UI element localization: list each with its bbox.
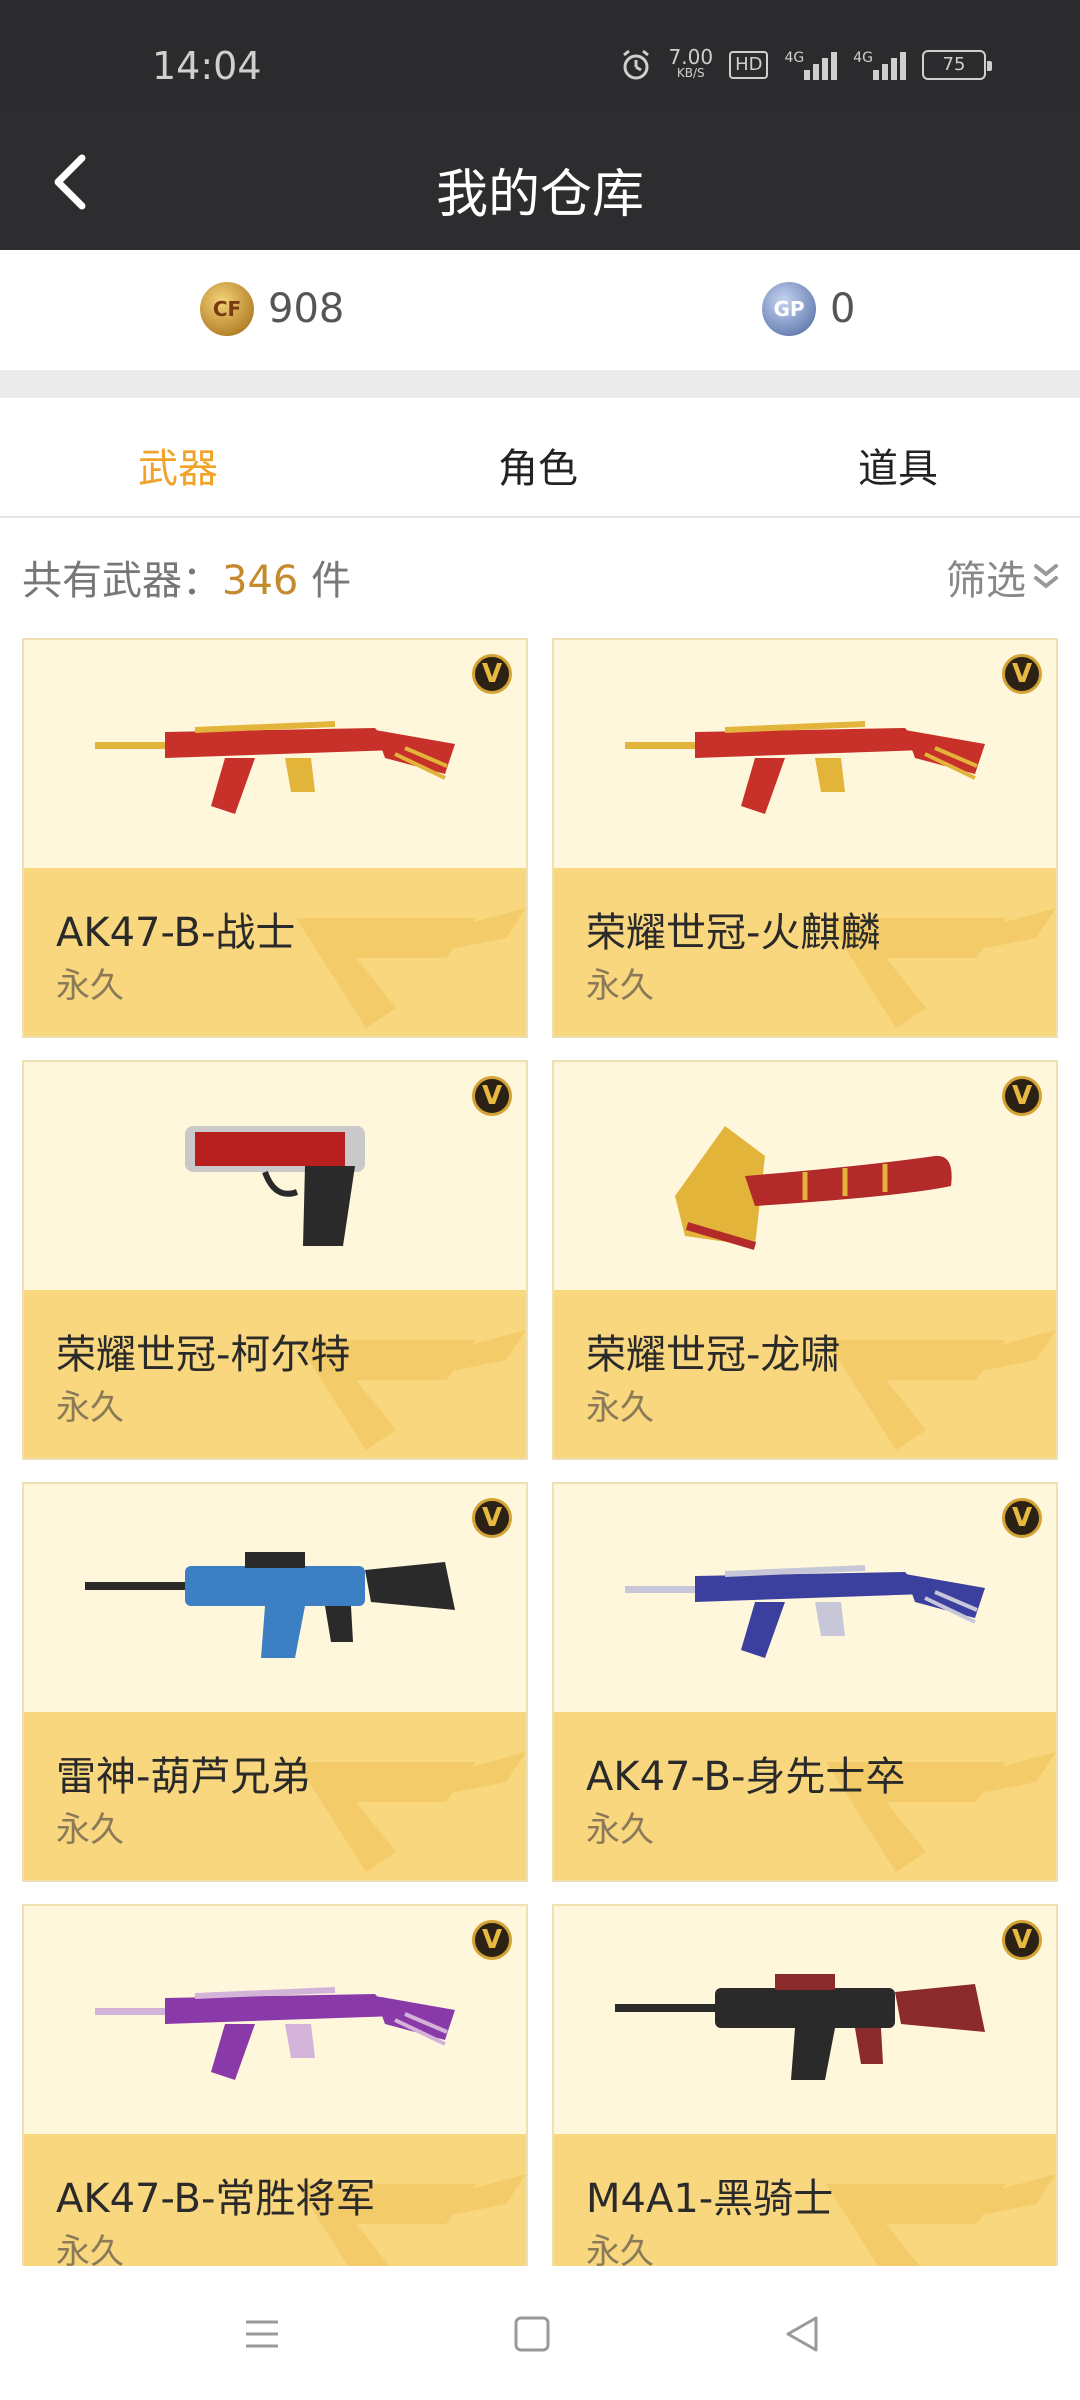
weapon-info: 雷神-葫芦兄弟永久 [24,1712,526,1880]
cf-points-value: 908 [268,286,345,332]
weapon-image [24,640,526,868]
weapon-card[interactable]: V 荣耀世冠-柯尔特永久 [22,1060,528,1460]
menu-icon [246,2320,278,2348]
vip-badge-icon: V [1002,654,1042,694]
weapon-grid: V AK47-B-战士 永久 V 荣耀世冠-火麒麟 永久 V 荣耀世冠-柯尔特 永久 V 荣耀世冠-… [22,638,1058,2266]
weapon-info: 荣耀世冠-火麒麟永久 [554,868,1056,1036]
vip-badge-icon: V [472,1920,512,1960]
weapon-summary: 共有武器：346 件 [22,548,351,606]
gp-points-value: 0 [830,286,856,332]
back-nav-button[interactable] [772,2306,832,2362]
weapon-name: AK47-B-身先士卒 [586,1754,906,1800]
weapon-count: 346 [222,558,299,604]
weapon-name: AK47-B-战士 [56,910,296,956]
summary-unit: 件 [298,558,352,604]
weapon-name: 荣耀世冠-龙啸 [586,1332,841,1378]
net-type-1: 4G [784,50,805,66]
double-chevron-down-icon [1034,564,1058,589]
menu-button[interactable] [232,2306,292,2362]
vip-badge-icon: V [472,1498,512,1538]
weapon-duration: 永久 [56,1810,124,1850]
cf-coin-icon: CF [200,282,254,336]
weapon-info: AK47-B-常胜将军永久 [24,2134,526,2266]
weapon-duration: 永久 [586,2232,654,2266]
weapon-info: AK47-B-战士永久 [24,868,526,1036]
weapon-image [554,1484,1056,1712]
tab-weapons[interactable]: 武器 [138,436,218,494]
tab-items[interactable]: 道具 [858,436,938,494]
vip-badge-icon: V [1002,1920,1042,1960]
cf-points: CF 908 [200,282,344,336]
filter-button[interactable]: 筛选 [946,548,1060,606]
weapon-card[interactable]: V 荣耀世冠-龙啸永久 [552,1060,1058,1460]
summary-prefix: 共有武器： [22,558,222,604]
currency-row: CF 908 GP 0 [0,250,1080,370]
gp-points: GP 0 [762,282,855,336]
cf-watermark-icon [296,908,526,1028]
weapon-card[interactable]: V 荣耀世冠-火麒麟永久 [552,638,1058,1038]
weapon-duration: 永久 [586,1810,654,1850]
weapon-duration: 永久 [56,2232,124,2266]
weapon-name: AK47-B-常胜将军 [56,2176,376,2222]
cf-watermark-icon [826,2174,1056,2266]
weapon-image [24,1062,526,1290]
weapon-info: 荣耀世冠-龙啸永久 [554,1290,1056,1458]
weapon-name: 荣耀世冠-火麒麟 [586,910,881,956]
status-bar: 14:04 7.00 KB/S HD 4G 4G 75 [0,0,1080,112]
triangle-back-icon [786,2316,818,2352]
tab-characters[interactable]: 角色 [498,436,578,494]
weapon-card[interactable]: V AK47-B-战士永久 [22,638,528,1038]
weapon-info: AK47-B-身先士卒永久 [554,1712,1056,1880]
speed-value: 7.00 [668,45,714,69]
weapon-card[interactable]: V 雷神-葫芦兄弟永久 [22,1482,528,1882]
weapon-name: 荣耀世冠-柯尔特 [56,1332,351,1378]
title-bar: 我的仓库 [0,112,1080,250]
weapon-duration: 永久 [586,966,654,1006]
section-divider [0,370,1080,398]
weapon-image [24,1906,526,2134]
signal-icon-1: 4G [784,50,838,80]
weapon-image [554,1062,1056,1290]
cf-watermark-icon [296,1752,526,1872]
category-tabs: 武器 角色 道具 [0,398,1080,518]
vip-badge-icon: V [1002,1076,1042,1116]
page-title: 我的仓库 [435,165,644,225]
weapon-info: M4A1-黑骑士永久 [554,2134,1056,2266]
weapon-image [554,1906,1056,2134]
net-type-2: 4G [853,50,873,66]
alarm-icon [619,48,653,82]
weapon-info: 荣耀世冠-柯尔特永久 [24,1290,526,1458]
weapon-duration: 永久 [586,1388,654,1428]
weapon-name: 雷神-葫芦兄弟 [56,1754,311,1800]
status-time: 14:04 [152,44,262,88]
vip-badge-icon: V [1002,1498,1042,1538]
gp-coin-icon: GP [762,282,816,336]
weapon-name: M4A1-黑骑士 [586,2176,834,2222]
status-icons: 7.00 KB/S HD 4G 4G 75 [619,45,992,82]
signal-icon-2: 4G [853,50,906,80]
weapon-card[interactable]: V AK47-B-常胜将军永久 [22,1904,528,2266]
battery-icon: 75 [922,50,992,80]
weapon-image [24,1484,526,1712]
weapon-image [554,640,1056,868]
weapon-duration: 永久 [56,966,124,1006]
vip-badge-icon: V [472,1076,512,1116]
weapon-duration: 永久 [56,1388,124,1428]
weapon-card[interactable]: V AK47-B-身先士卒永久 [552,1482,1058,1882]
vip-badge-icon: V [472,654,512,694]
cf-watermark-icon [826,1330,1056,1450]
weapon-card[interactable]: V M4A1-黑骑士永久 [552,1904,1058,2266]
network-speed: 7.00 KB/S [668,45,714,81]
home-button[interactable] [502,2306,562,2362]
hd-badge: HD [729,51,769,79]
system-nav-bar [0,2266,1080,2400]
square-home-icon [514,2316,550,2352]
filter-label: 筛选 [946,558,1026,604]
